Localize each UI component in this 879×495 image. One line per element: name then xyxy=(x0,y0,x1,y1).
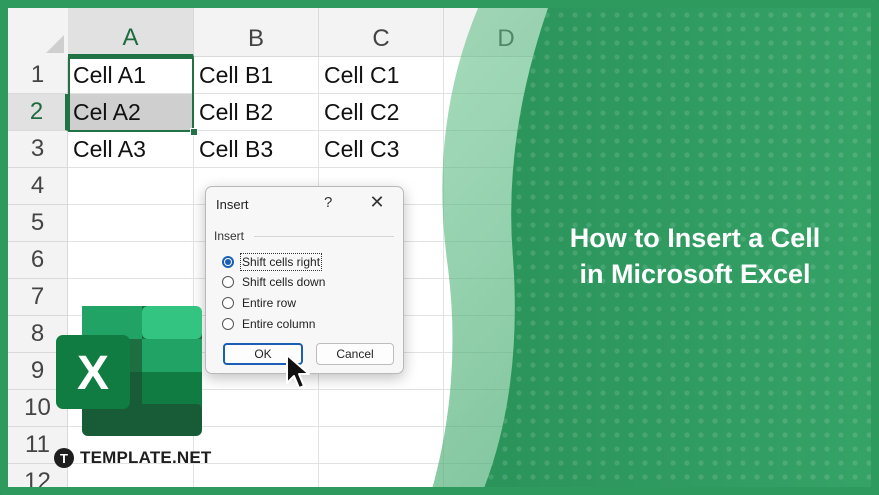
option-label: Entire column xyxy=(242,317,316,331)
row-header-3[interactable]: 3 xyxy=(8,131,68,168)
cell-a6[interactable] xyxy=(68,242,194,279)
cell-b2[interactable]: Cell B2 xyxy=(194,94,319,131)
cell-a5[interactable] xyxy=(68,205,194,242)
option-label: Shift cells down xyxy=(242,275,326,289)
cell-c3[interactable]: Cell C3 xyxy=(319,131,444,168)
excel-logo-letter: X xyxy=(77,347,109,400)
row-header-4[interactable]: 4 xyxy=(8,168,68,205)
cell-d1[interactable] xyxy=(444,57,569,94)
brand-name: TEMPLATE.NET xyxy=(80,448,212,467)
cell-d11[interactable] xyxy=(444,427,569,464)
headline-line-2: in Microsoft Excel xyxy=(579,259,811,289)
option-entire-row[interactable]: Entire row xyxy=(222,294,296,312)
option-label: Entire row xyxy=(242,296,297,310)
cancel-button[interactable]: Cancel xyxy=(316,343,394,365)
excel-logo-icon: X xyxy=(56,306,202,436)
close-icon[interactable]: ✕ xyxy=(366,191,388,213)
row-header-2[interactable]: 2 xyxy=(8,94,68,131)
cell-d2[interactable] xyxy=(444,94,569,131)
cell-b1[interactable]: Cell B1 xyxy=(194,57,319,94)
option-shift-cells-right[interactable]: Shift cells right xyxy=(222,253,323,271)
dialog-title: Insert xyxy=(216,197,249,212)
cell-a4[interactable] xyxy=(68,168,194,205)
cell-d4[interactable] xyxy=(444,168,569,205)
cell-c1[interactable]: Cell C1 xyxy=(319,57,444,94)
insert-dialog: Insert ? ✕ Insert Shift cells right Shif… xyxy=(205,186,404,374)
cell-b11[interactable] xyxy=(194,427,319,464)
column-header-a[interactable]: A xyxy=(68,8,194,57)
cell-c2[interactable]: Cell C2 xyxy=(319,94,444,131)
cell-c11[interactable] xyxy=(319,427,444,464)
row-header-1[interactable]: 1 xyxy=(8,57,68,94)
cell-d12[interactable] xyxy=(444,464,569,487)
mouse-cursor-icon xyxy=(286,354,310,389)
fill-handle[interactable] xyxy=(190,128,198,136)
column-header-d[interactable]: D xyxy=(444,8,569,57)
brand-logo: T TEMPLATE.NET xyxy=(54,448,211,468)
cell-a3[interactable]: Cell A3 xyxy=(68,131,194,168)
cell-a2[interactable]: Cel A2 xyxy=(68,94,194,131)
brand-badge-icon: T xyxy=(54,448,74,468)
cell-b3[interactable]: Cell B3 xyxy=(194,131,319,168)
radio-button-selected[interactable] xyxy=(222,256,234,268)
headline-line-1: How to Insert a Cell xyxy=(569,223,821,253)
option-shift-cells-down[interactable]: Shift cells down xyxy=(222,273,325,291)
option-entire-column[interactable]: Entire column xyxy=(222,315,315,333)
cell-b12[interactable] xyxy=(194,464,319,487)
select-all-corner[interactable] xyxy=(8,8,69,58)
headline: How to Insert a Cell in Microsoft Excel xyxy=(520,220,870,292)
column-header-b[interactable]: B xyxy=(194,8,319,57)
cell-d9[interactable] xyxy=(444,353,569,390)
option-label: Shift cells right xyxy=(239,253,323,271)
radio-button[interactable] xyxy=(222,318,234,330)
cell-d10[interactable] xyxy=(444,390,569,427)
cell-b10[interactable] xyxy=(194,390,319,427)
cell-d3[interactable] xyxy=(444,131,569,168)
cell-a1[interactable]: Cell A1 xyxy=(68,57,194,94)
group-label: Insert xyxy=(214,229,245,243)
group-divider xyxy=(254,236,394,237)
cell-c10[interactable] xyxy=(319,390,444,427)
row-header-12[interactable]: 12 xyxy=(8,464,68,487)
help-button[interactable]: ? xyxy=(324,194,332,211)
column-header-c[interactable]: C xyxy=(319,8,444,57)
cell-a12[interactable] xyxy=(68,464,194,487)
cell-c12[interactable] xyxy=(319,464,444,487)
thumbnail-frame: A B C D 1 2 3 4 5 6 7 8 9 10 11 12 Cell A1 Cell B1 Ce… xyxy=(0,0,879,495)
radio-button[interactable] xyxy=(222,276,234,288)
radio-button[interactable] xyxy=(222,297,234,309)
row-header-6[interactable]: 6 xyxy=(8,242,68,279)
row-header-5[interactable]: 5 xyxy=(8,205,68,242)
cell-d8[interactable] xyxy=(444,316,569,353)
